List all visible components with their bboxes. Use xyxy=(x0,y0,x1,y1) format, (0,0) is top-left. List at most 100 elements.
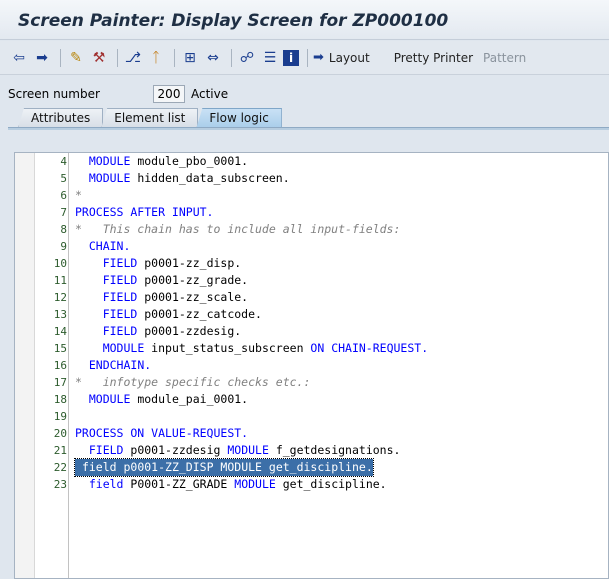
toolbar-separator xyxy=(60,48,61,67)
code-line[interactable]: 15 MODULE input_status_subscreen ON CHAI… xyxy=(35,340,608,357)
code-text[interactable]: FIELD p0001-zz_catcode. xyxy=(75,306,262,323)
toolbar-separator xyxy=(174,48,175,67)
code-text[interactable]: field P0001-ZZ_GRADE MODULE get_discipli… xyxy=(75,476,387,493)
code-line[interactable]: 12 FIELD p0001-zz_scale. xyxy=(35,289,608,306)
code-token: module_pbo_0001. xyxy=(130,154,249,168)
where-used-icon[interactable]: ⊞ xyxy=(180,48,200,68)
line-number: 10 xyxy=(53,257,67,270)
code-line[interactable]: 21 FIELD p0001-zzdesig MODULE f_getdesig… xyxy=(35,442,608,459)
code-token: f_getdesignations. xyxy=(268,443,401,457)
tab-attributes[interactable]: Attributes xyxy=(18,108,104,128)
code-text[interactable]: MODULE module_pai_0001. xyxy=(75,391,248,408)
code-text[interactable]: * infotype specific checks etc.: xyxy=(75,374,310,391)
line-number: 19 xyxy=(53,410,67,423)
pattern-button[interactable]: Pattern xyxy=(483,51,526,65)
other-object-icon[interactable]: ⎇ xyxy=(123,48,143,68)
code-line[interactable]: 13 FIELD p0001-zz_catcode. xyxy=(35,306,608,323)
field-list-icon[interactable]: ☰ xyxy=(260,48,280,68)
code-line[interactable]: 14 FIELD p0001-zzdesig. xyxy=(35,323,608,340)
info-icon[interactable]: i xyxy=(283,49,299,66)
code-keyword: MODULE xyxy=(234,477,276,491)
line-number: 7 xyxy=(60,206,67,219)
hierarchy-icon[interactable]: ☍ xyxy=(237,48,257,68)
code-keyword: PROCESS AFTER INPUT. xyxy=(75,205,214,219)
screen-number-label: Screen number xyxy=(8,87,100,101)
code-text[interactable]: * This chain has to include all input-fi… xyxy=(75,221,400,238)
code-keyword: FIELD xyxy=(102,256,138,270)
code-keyword: FIELD xyxy=(102,290,138,304)
code-line[interactable]: 23 field P0001-ZZ_GRADE MODULE get_disci… xyxy=(35,476,608,493)
code-text[interactable]: FIELD p0001-zz_scale. xyxy=(75,289,248,306)
line-number: 6 xyxy=(60,189,67,202)
code-area[interactable]: 4 MODULE module_pbo_0001. 5 MODULE hidden… xyxy=(35,153,608,493)
code-text[interactable]: ENDCHAIN. xyxy=(75,357,151,374)
activate-icon[interactable]: ⚒ xyxy=(89,48,109,68)
code-line[interactable]: 18 MODULE module_pai_0001. xyxy=(35,391,608,408)
code-text[interactable]: MODULE input_status_subscreen ON CHAIN-R… xyxy=(75,340,428,357)
screen-number-field[interactable]: 200 xyxy=(153,85,185,103)
code-text[interactable]: MODULE hidden_data_subscreen. xyxy=(75,170,290,187)
application-toolbar: ⇦ ➡ ✎ ⚒ ⎇ ᛏ ⊞ ⇔ ☍ ☰ i ➡ Layout Pretty Pr… xyxy=(0,41,609,75)
window-title: Screen Painter: Display Screen for ZP000… xyxy=(18,11,449,31)
code-line[interactable]: 22 field p0001-ZZ_DISP MODULE get_discip… xyxy=(35,458,608,477)
code-line[interactable]: 9 CHAIN. xyxy=(35,238,608,255)
back-arrow-icon[interactable]: ⇦ xyxy=(9,48,29,68)
code-line[interactable]: 16 ENDCHAIN. xyxy=(35,357,608,374)
line-number: 8 xyxy=(60,223,67,236)
line-number: 20 xyxy=(53,427,67,440)
screen-icon[interactable]: ⇔ xyxy=(203,48,223,68)
display-change-icon[interactable]: ✎ xyxy=(66,48,86,68)
code-token: p0001-zz_disp. xyxy=(137,256,242,270)
code-keyword: ENDCHAIN. xyxy=(88,358,152,372)
code-line[interactable]: 5 MODULE hidden_data_subscreen. xyxy=(35,170,608,187)
code-line[interactable]: 17 * infotype specific checks etc.: xyxy=(35,374,608,391)
code-line[interactable]: 4 MODULE module_pbo_0001. xyxy=(35,153,608,170)
pretty-printer-button[interactable]: Pretty Printer xyxy=(394,51,473,65)
forward-arrow-icon[interactable]: ➡ xyxy=(32,48,52,68)
code-line[interactable]: 7 PROCESS AFTER INPUT. xyxy=(35,204,608,221)
code-keyword: field xyxy=(88,477,124,491)
code-text[interactable]: PROCESS AFTER INPUT. xyxy=(75,204,213,221)
code-text[interactable]: field p0001-ZZ_DISP MODULE get_disciplin… xyxy=(74,458,374,477)
code-keyword: MODULE xyxy=(88,154,131,168)
toolbar-separator xyxy=(117,48,118,67)
code-keyword: MODULE xyxy=(227,443,269,457)
line-number: 13 xyxy=(53,308,67,321)
code-line[interactable]: 11 FIELD p0001-zz_grade. xyxy=(35,272,608,289)
code-text[interactable]: FIELD p0001-zz_disp. xyxy=(75,255,241,272)
line-number: 21 xyxy=(53,444,67,457)
code-text[interactable]: CHAIN. xyxy=(75,238,131,255)
line-number: 23 xyxy=(53,478,67,491)
code-line[interactable]: 6 * xyxy=(35,187,608,204)
code-text[interactable]: * xyxy=(75,187,82,204)
tab-flow-logic[interactable]: Flow logic xyxy=(196,108,282,128)
line-number: 4 xyxy=(60,155,67,168)
code-line[interactable]: 20 PROCESS ON VALUE-REQUEST. xyxy=(35,425,608,442)
code-line[interactable]: 10 FIELD p0001-zz_disp. xyxy=(35,255,608,272)
line-number: 12 xyxy=(53,291,67,304)
flow-logic-editor[interactable]: 4 MODULE module_pbo_0001. 5 MODULE hidden… xyxy=(14,152,609,579)
code-keyword: MODULE xyxy=(88,171,131,185)
code-text[interactable]: FIELD p0001-zz_grade. xyxy=(75,272,248,289)
code-text[interactable]: FIELD p0001-zzdesig. xyxy=(75,323,241,340)
screen-number-row: Screen number 200 Active xyxy=(0,83,609,105)
tab-element-list[interactable]: Element list xyxy=(101,108,199,128)
code-token: get_discipline. xyxy=(261,460,373,474)
code-token: input_status_subscreen xyxy=(144,341,311,355)
code-line[interactable]: 19 xyxy=(35,408,608,425)
line-number: 11 xyxy=(53,274,67,287)
code-text[interactable]: FIELD p0001-zzdesig MODULE f_getdesignat… xyxy=(75,442,401,459)
code-keyword: FIELD xyxy=(102,273,138,287)
check-icon[interactable]: ᛏ xyxy=(146,48,166,68)
arrow-right-icon: ➡ xyxy=(313,50,324,65)
layout-label: Layout xyxy=(328,50,370,65)
code-text[interactable]: MODULE module_pbo_0001. xyxy=(75,153,248,170)
layout-button[interactable]: ➡ Layout xyxy=(313,50,378,65)
code-text[interactable]: PROCESS ON VALUE-REQUEST. xyxy=(75,425,248,442)
code-line[interactable]: 8 * This chain has to include all input-f… xyxy=(35,221,608,238)
